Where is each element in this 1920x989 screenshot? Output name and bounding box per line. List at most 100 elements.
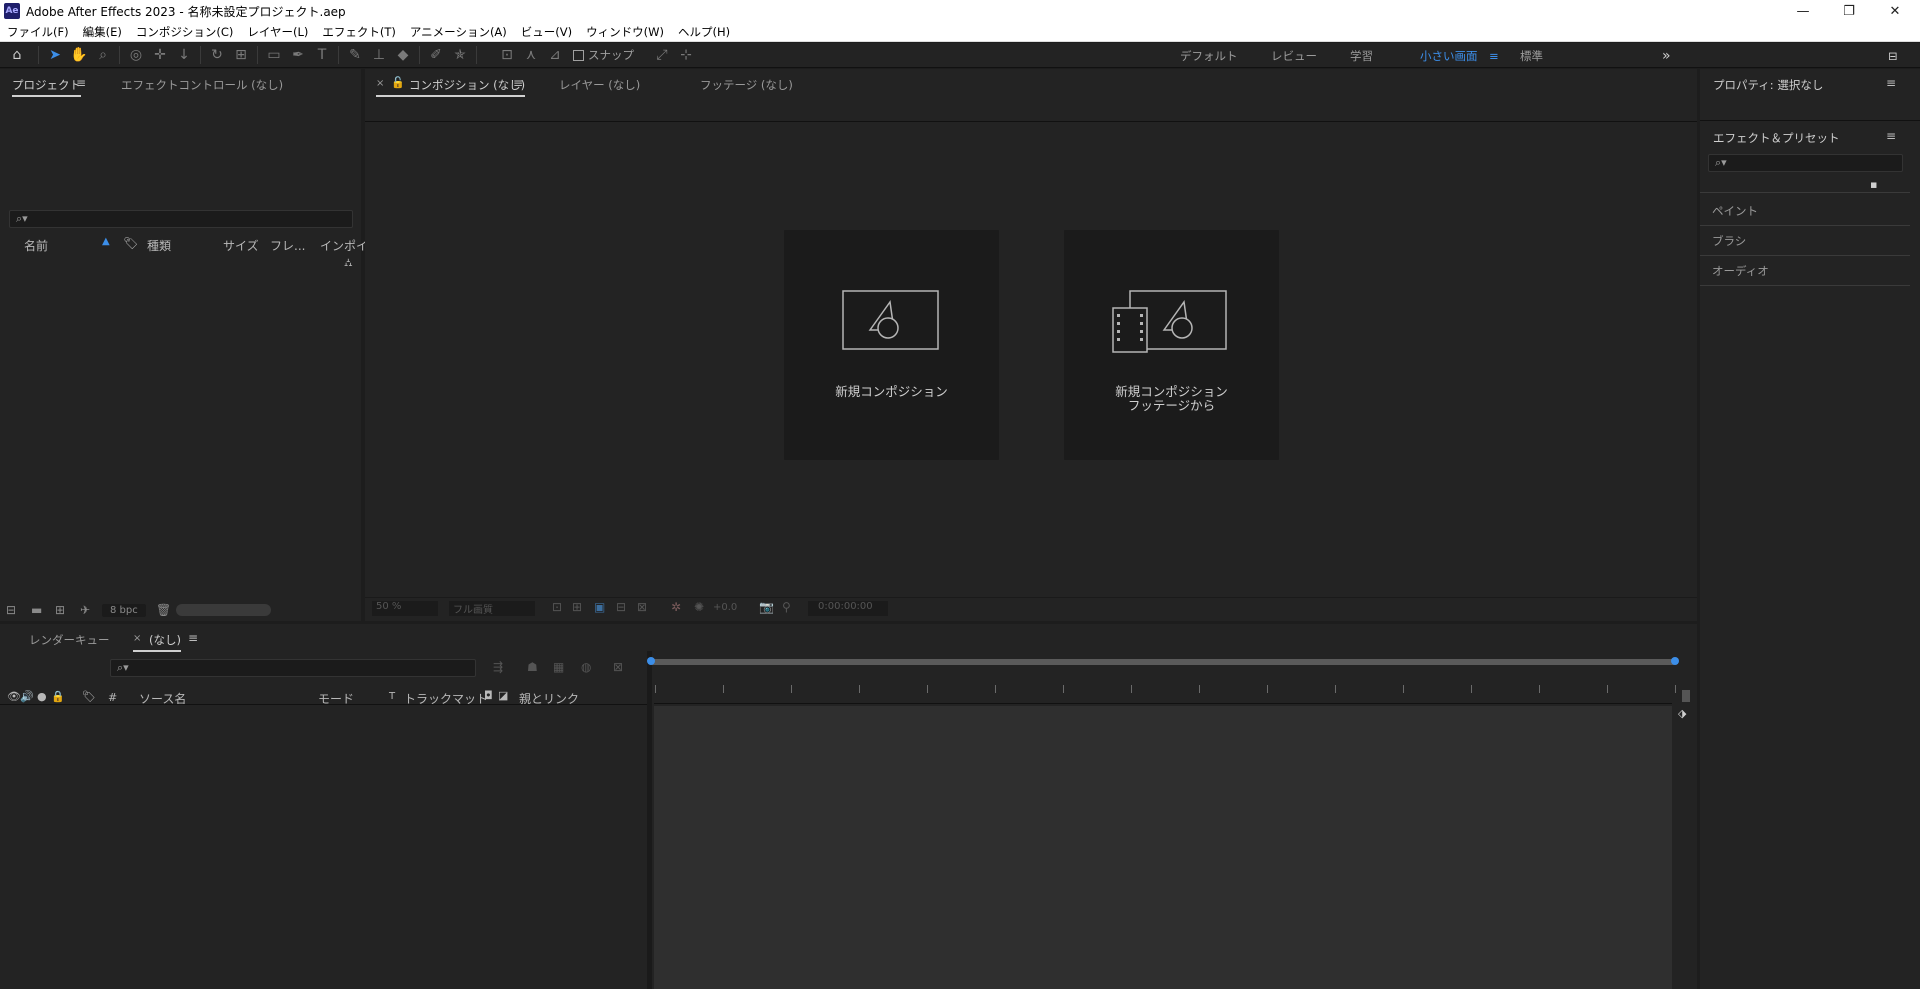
more-workspaces-icon[interactable]: » — [1662, 43, 1671, 68]
tab-effect-controls[interactable]: エフェクトコントロール (なし) — [121, 77, 283, 93]
pan-behind-tool-icon[interactable]: ⊞ — [229, 44, 253, 66]
matte-icon[interactable]: ◘ — [484, 689, 493, 702]
hide-shy-icon[interactable]: ▦ — [553, 660, 564, 674]
puppet-tool-icon[interactable]: ✯ — [448, 44, 472, 66]
local-axis-icon[interactable]: ⊡ — [495, 44, 519, 66]
show-snapshot-icon[interactable]: ⚲ — [782, 600, 791, 614]
zoom-tool-icon[interactable]: ⌕ — [91, 44, 115, 66]
new-composition-icon[interactable]: ⊞ — [55, 603, 65, 617]
dolly-tool-icon[interactable]: ↓ — [172, 44, 196, 66]
adjust-settings-icon[interactable]: ✈ — [80, 603, 90, 617]
close-icon[interactable]: ✕ — [1872, 0, 1918, 22]
label-tag-icon[interactable]: 🏷 — [123, 236, 138, 250]
clone-stamp-tool-icon[interactable]: ⊥ — [367, 44, 391, 66]
tab-timeline-none[interactable]: (なし) — [133, 632, 181, 652]
bpc-toggle[interactable]: 8 bpc — [102, 604, 146, 617]
brush-tool-icon[interactable]: ✎ — [343, 44, 367, 66]
comp-button-icon[interactable]: ⬗ — [1678, 707, 1686, 720]
workspace-small-screen[interactable]: 小さい画面 — [1420, 43, 1478, 68]
snapshot-icon[interactable]: 📷 — [759, 600, 774, 614]
channel-icon[interactable]: ✲ — [671, 600, 681, 614]
column-type[interactable]: 種類 — [147, 237, 171, 254]
effects-item-brush[interactable]: ブラシ — [1700, 226, 1910, 256]
eraser-tool-icon[interactable]: ◆ — [391, 44, 415, 66]
region-of-interest-icon[interactable]: ⊡ — [552, 600, 562, 614]
3d-view-icon[interactable]: ⊠ — [637, 600, 647, 614]
column-in-point[interactable]: インポイ — [320, 237, 368, 254]
solo-icon[interactable]: ● — [37, 690, 47, 703]
tab-layer[interactable]: レイヤー (なし) — [559, 77, 640, 93]
workspace-default[interactable]: デフォルト — [1180, 43, 1238, 68]
mask-visibility-icon[interactable]: ▣ — [594, 600, 605, 614]
workspace-standard[interactable]: 標準 — [1520, 43, 1543, 68]
effects-item-paint[interactable]: ペイント — [1700, 196, 1910, 226]
properties-menu-icon[interactable]: ≡ — [1886, 76, 1896, 90]
hand-tool-icon[interactable]: ✋ — [67, 44, 91, 66]
pan-tool-icon[interactable]: ✛ — [148, 44, 172, 66]
composition-flowchart-icon[interactable]: ⇶ — [493, 660, 503, 674]
motion-blur-icon[interactable]: ◍ — [581, 660, 591, 674]
menu-animation[interactable]: アニメーション(A) — [403, 24, 514, 40]
minimize-icon[interactable]: — — [1780, 0, 1826, 22]
rotate-tool-icon[interactable]: ↻ — [205, 44, 229, 66]
video-visibility-icon[interactable]: 👁 — [7, 690, 21, 703]
thumbnail-slider[interactable] — [176, 604, 271, 616]
rectangle-tool-icon[interactable]: ▭ — [262, 44, 286, 66]
work-area-bar[interactable] — [650, 659, 1676, 665]
menu-edit[interactable]: 編集(E) — [76, 24, 129, 40]
matte-invert-icon[interactable]: ◪ — [498, 689, 508, 702]
comp-marker-bin-icon[interactable] — [1682, 690, 1690, 702]
composition-menu-icon[interactable]: ≡ — [513, 76, 523, 90]
column-frame-rate[interactable]: フレ... — [270, 237, 305, 254]
current-time-display[interactable]: 0:00:00:00 — [808, 601, 888, 616]
tab-project[interactable]: プロジェクト — [12, 77, 81, 97]
world-axis-icon[interactable]: ⋏ — [519, 44, 543, 66]
resolution-select[interactable]: フル画質 — [449, 601, 535, 616]
view-axis-icon[interactable]: ⊿ — [543, 44, 567, 66]
workspace-menu-icon[interactable]: ≡ — [1489, 43, 1499, 68]
effects-menu-icon[interactable]: ≡ — [1886, 129, 1896, 143]
transparency-grid-icon[interactable]: ⊞ — [572, 600, 582, 614]
new-comp-from-footage-card[interactable]: 新規コンポジション フッテージから — [1064, 230, 1279, 460]
timeline-splitter[interactable] — [647, 651, 652, 989]
tab-footage[interactable]: フッテージ (なし) — [700, 77, 793, 93]
column-name[interactable]: 名前 — [24, 237, 48, 254]
graph-editor-icon[interactable]: ⊠ — [613, 660, 623, 674]
column-size[interactable]: サイズ — [223, 237, 259, 254]
restore-icon[interactable]: ❐ — [1826, 0, 1872, 22]
new-composition-card[interactable]: 新規コンポジション — [784, 230, 999, 460]
grid-guides-icon[interactable]: ⊟ — [616, 600, 626, 614]
snap-toggle[interactable]: スナップ — [573, 47, 634, 63]
effects-item-audio[interactable]: オーディオ — [1700, 256, 1910, 286]
menu-composition[interactable]: コンポジション(C) — [129, 24, 241, 40]
exposure-value[interactable]: +0.0 — [713, 602, 737, 613]
new-folder-icon[interactable]: ▬ — [31, 603, 42, 617]
new-preset-icon[interactable]: ▪ — [1870, 178, 1877, 191]
grid-snap-icon[interactable]: ⊹ — [674, 44, 698, 66]
search-help-icon[interactable]: ⊟ — [1888, 43, 1898, 68]
work-area-start-handle[interactable] — [647, 657, 655, 665]
lock-column-icon[interactable]: 🔒 — [51, 690, 65, 703]
effects-search-input[interactable]: ⌕▾ — [1708, 154, 1903, 172]
selection-tool-icon[interactable]: ➤ — [43, 44, 67, 66]
menu-effect[interactable]: エフェクト(T) — [315, 24, 403, 40]
interpret-footage-icon[interactable]: ⊟ — [6, 603, 16, 617]
roto-brush-tool-icon[interactable]: ✐ — [424, 44, 448, 66]
menu-file[interactable]: ファイル(F) — [0, 24, 76, 40]
project-search-input[interactable]: ⌕▾ — [9, 210, 353, 228]
timeline-menu-icon[interactable]: ≡ — [188, 631, 198, 645]
snap-options-icon[interactable]: ⤢ — [650, 44, 674, 66]
workspace-review[interactable]: レビュー — [1271, 43, 1317, 68]
magnification-select[interactable]: 50 % — [372, 601, 438, 616]
timeline-search-input[interactable]: ⌕▾ — [110, 659, 476, 677]
menu-window[interactable]: ウィンドウ(W) — [579, 24, 671, 40]
audio-icon[interactable]: 🔊 — [20, 690, 34, 703]
label-column-icon[interactable]: 🏷 — [82, 690, 96, 703]
draft-3d-icon[interactable]: ☗ — [527, 660, 538, 674]
menu-view[interactable]: ビュー(V) — [514, 24, 579, 40]
menu-layer[interactable]: レイヤー(L) — [240, 24, 315, 40]
sort-ascending-icon[interactable]: ▲ — [102, 236, 110, 247]
pen-tool-icon[interactable]: ✒ — [286, 44, 310, 66]
workspace-learn[interactable]: 学習 — [1350, 43, 1373, 68]
project-menu-icon[interactable]: ≡ — [76, 76, 86, 90]
